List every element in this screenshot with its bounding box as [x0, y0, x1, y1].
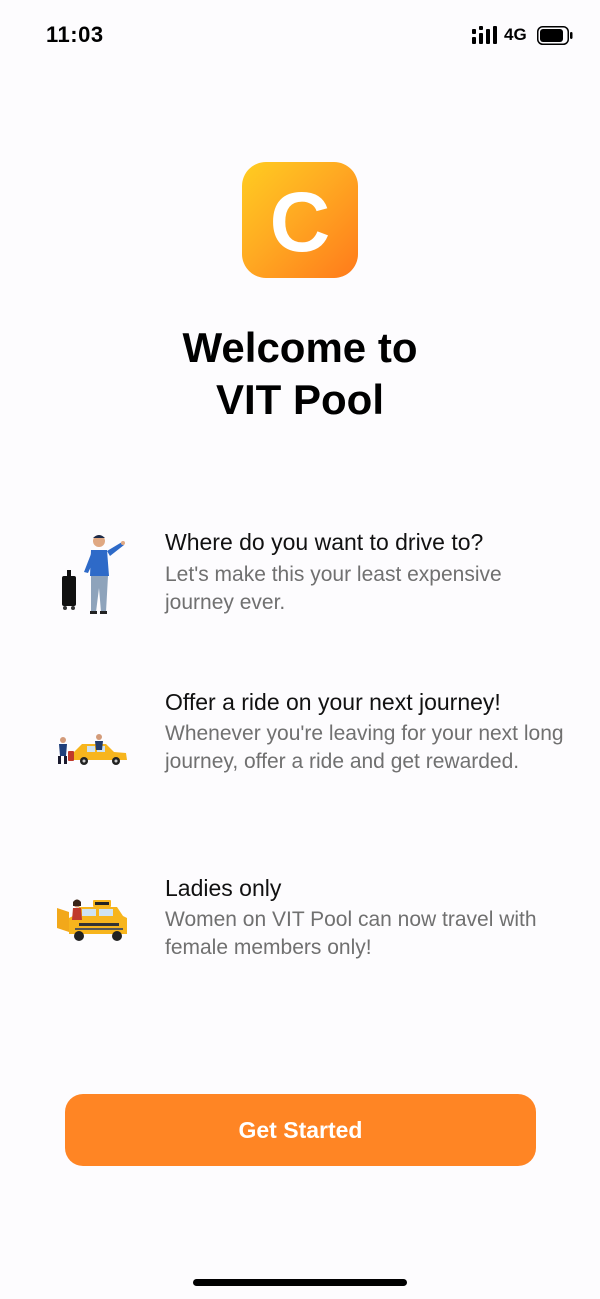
signal-bars-icon	[472, 26, 497, 44]
traveler-hailing-illustration	[62, 535, 125, 614]
welcome-title-line2: VIT Pool	[216, 376, 384, 423]
get-started-button[interactable]: Get Started	[65, 1094, 536, 1166]
feature-title: Ladies only	[165, 875, 282, 901]
svg-text:C: C	[270, 175, 331, 269]
feature-description: Women on VIT Pool can now travel with fe…	[165, 908, 537, 959]
feature-description: Let's make this your least expensive jou…	[165, 563, 502, 614]
feature-title: Offer a ride on your next journey!	[165, 689, 501, 715]
feature-description: Whenever you're leaving for your next lo…	[165, 722, 564, 773]
network-type: 4G	[504, 25, 527, 44]
welcome-title: Welcome to VIT Pool	[0, 322, 600, 426]
app-logo: C	[242, 162, 358, 278]
status-time: 11:03	[46, 22, 104, 47]
welcome-title-line1: Welcome to	[182, 324, 418, 371]
feature-title: Where do you want to drive to?	[165, 529, 484, 555]
taxi-passengers-illustration	[58, 734, 127, 765]
logo-letter-c: C	[270, 175, 331, 269]
taxi-woman-illustration	[57, 899, 127, 941]
status-bar: 11:03 4G	[0, 0, 600, 70]
battery-icon	[537, 26, 573, 45]
home-indicator[interactable]	[193, 1279, 407, 1286]
